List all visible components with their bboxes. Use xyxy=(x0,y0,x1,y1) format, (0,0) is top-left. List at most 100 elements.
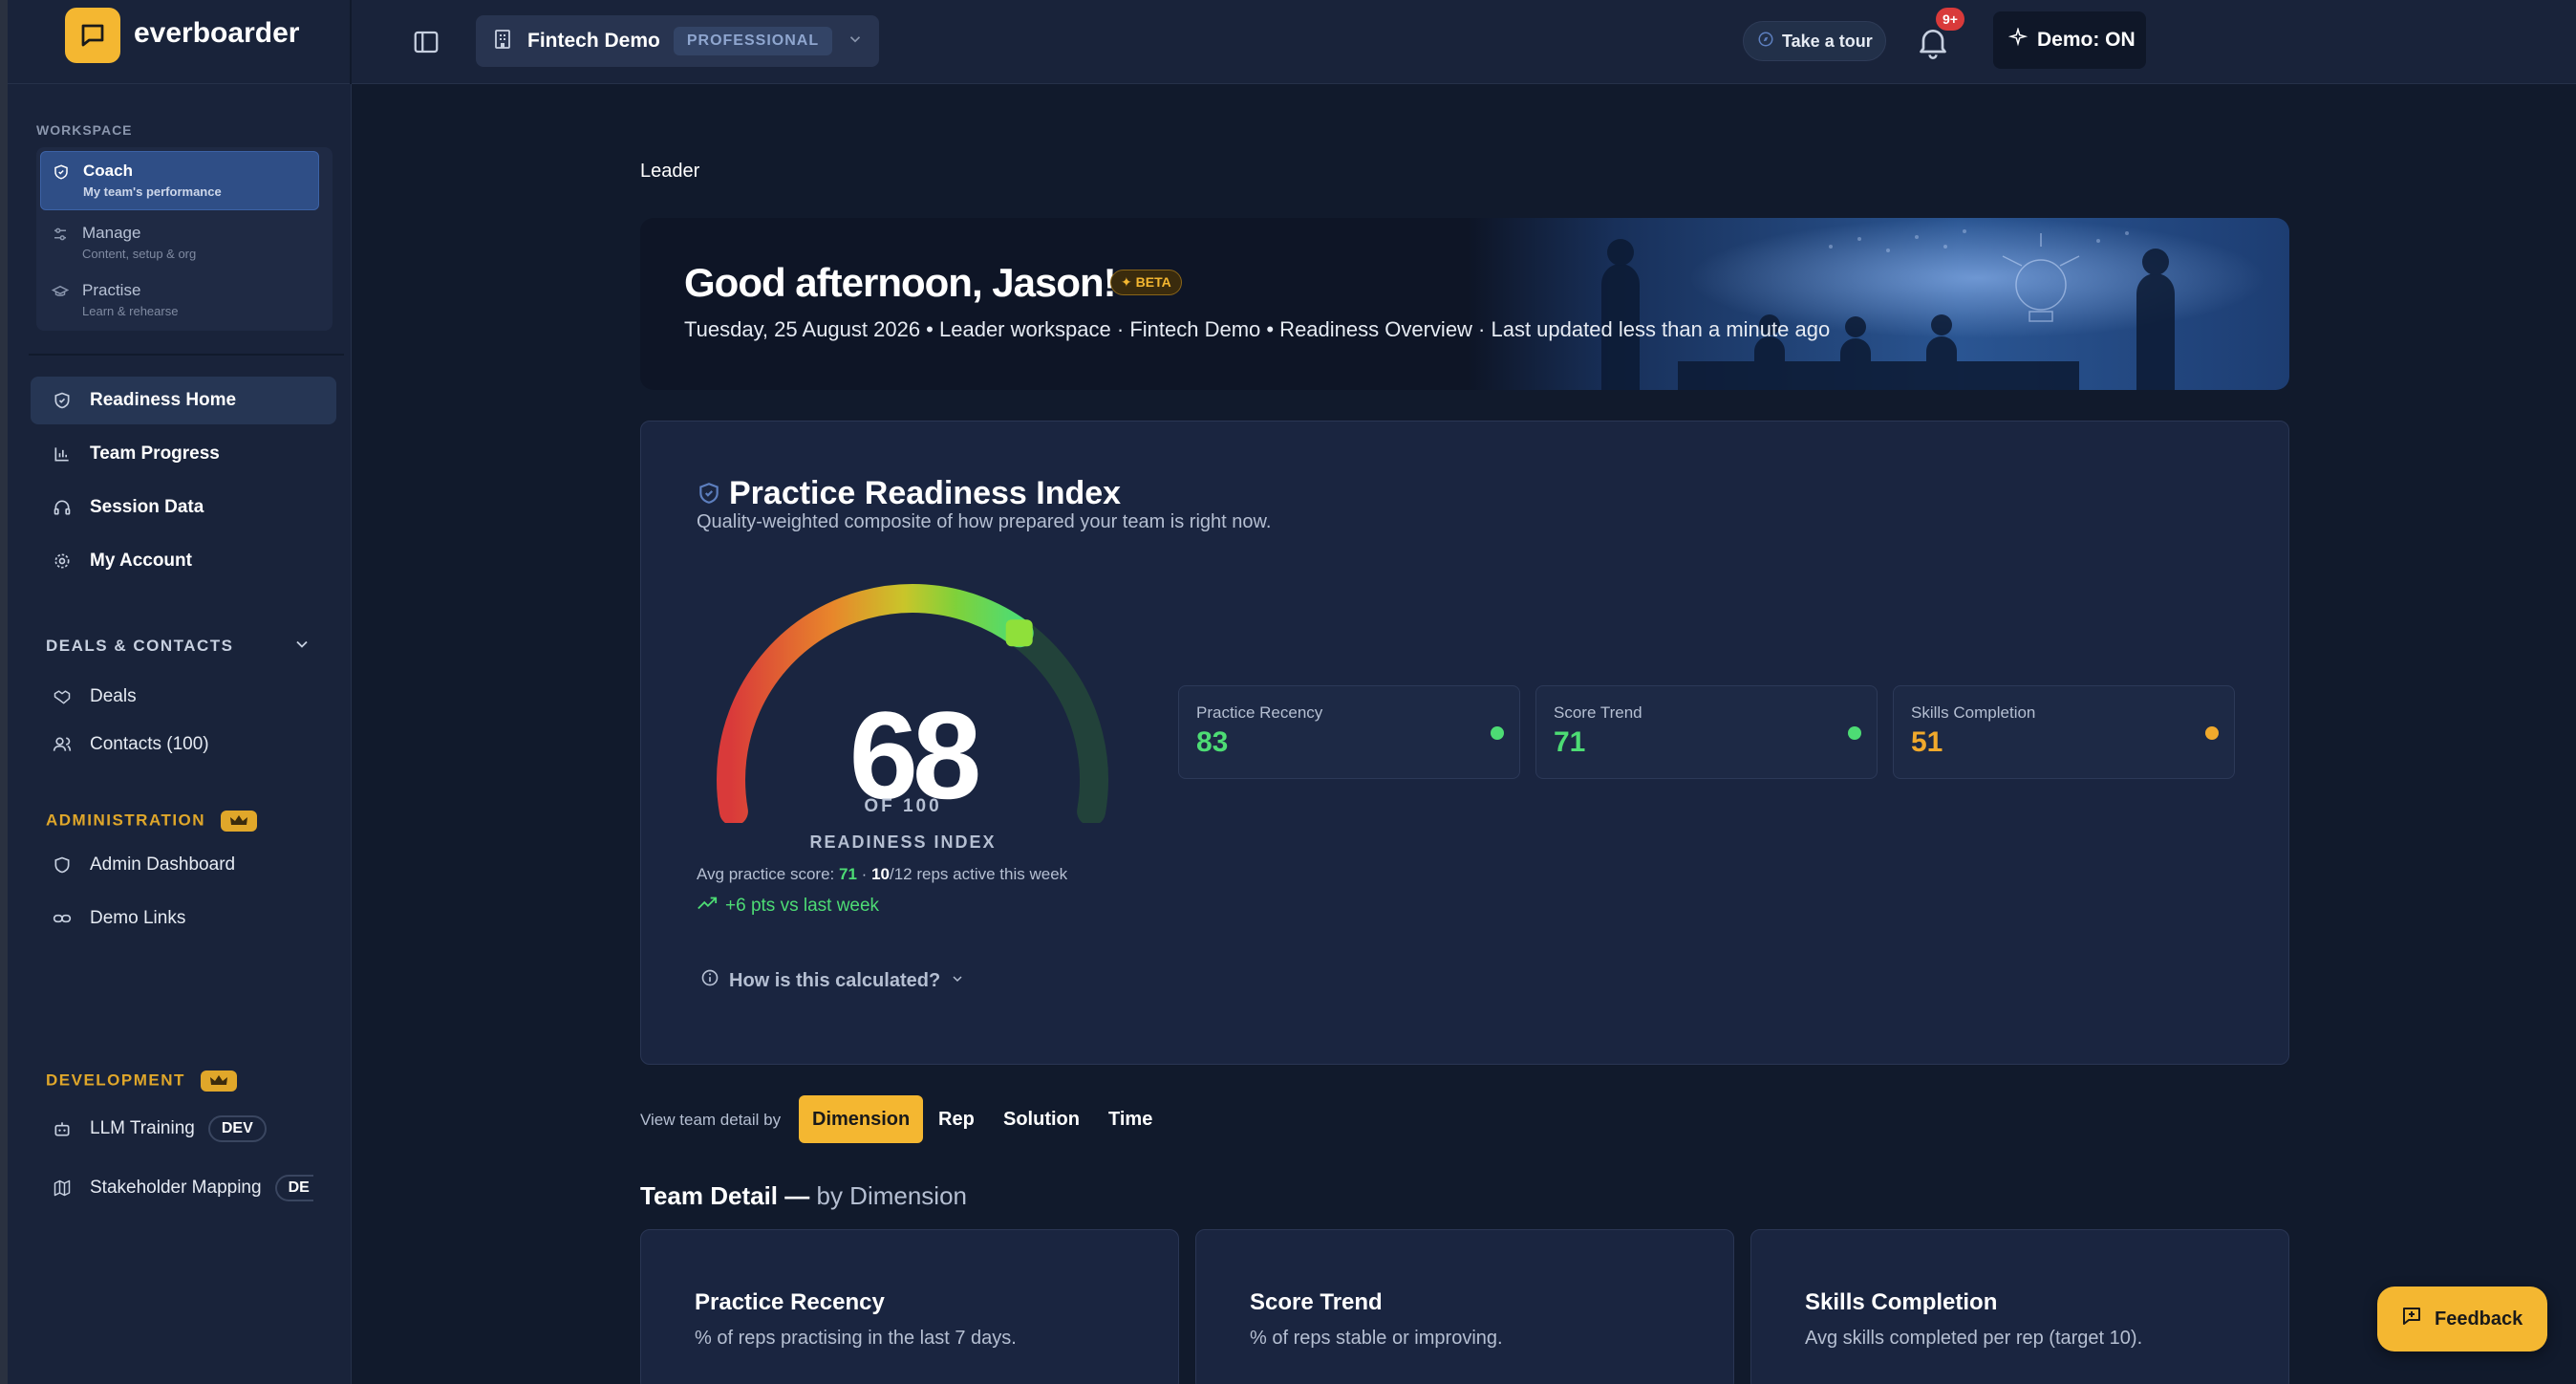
chevron-down-icon xyxy=(847,31,864,53)
sidebar-divider xyxy=(29,354,344,356)
sidebar-toggle-icon[interactable] xyxy=(407,23,445,61)
team-illustration xyxy=(1468,218,2289,390)
greeting-banner: Good afternoon, Jason! ✦ BETA Tuesday, 2… xyxy=(640,218,2289,390)
workspace-subtitle: My team's performance xyxy=(83,184,222,199)
detail-card-desc: Avg skills completed per rep (target 10)… xyxy=(1805,1328,2143,1349)
detail-card-desc: % of reps stable or improving. xyxy=(1250,1328,1503,1349)
status-dot xyxy=(1491,726,1504,740)
workspace-manage[interactable]: Manage Content, setup & org xyxy=(40,214,319,273)
metric-value: 83 xyxy=(1196,726,1229,758)
detail-card-score-trend[interactable]: Score Trend % of reps stable or improvin… xyxy=(1195,1229,1734,1384)
chevron-down-icon xyxy=(950,970,965,992)
team-detail-suffix: by Dimension xyxy=(816,1181,967,1210)
avg-practice-line: Avg practice score: 71 · 10/12 reps acti… xyxy=(697,865,1067,884)
workspace-coach[interactable]: Coach My team's performance xyxy=(40,151,319,210)
logo-icon[interactable] xyxy=(65,8,120,63)
sidebar-item-readiness-home[interactable]: Readiness Home xyxy=(31,377,336,424)
readiness-card: Practice Readiness Index Quality-weighte… xyxy=(640,421,2289,1065)
sidebar-item-my-account[interactable]: My Account xyxy=(31,537,336,585)
headphones-icon xyxy=(52,497,73,518)
detail-card-title: Skills Completion xyxy=(1805,1289,1998,1315)
users-icon xyxy=(52,734,73,755)
metric-label: Practice Recency xyxy=(1196,703,1323,722)
shield-check-icon xyxy=(52,390,73,411)
reps-suffix: reps active this week xyxy=(916,865,1068,883)
sidebar-item-llm-training[interactable]: LLM Training DEV xyxy=(31,1105,336,1153)
greeting-subtitle: Tuesday, 25 August 2026 • Leader workspa… xyxy=(684,317,1831,341)
crown-icon xyxy=(221,811,258,832)
metric-value: 51 xyxy=(1911,726,1943,758)
demo-toggle-button[interactable]: Demo: ON xyxy=(1993,11,2146,69)
sparkle-icon: ✦ xyxy=(1121,274,1132,290)
gauge-knob xyxy=(1005,619,1033,647)
sparkle-icon xyxy=(2007,26,2029,53)
map-icon xyxy=(52,1178,73,1199)
detail-card-desc: % of reps practising in the last 7 days. xyxy=(695,1328,1017,1349)
tab-solution[interactable]: Solution xyxy=(990,1095,1093,1143)
sidebar-item-demo-links[interactable]: Demo Links xyxy=(31,895,336,942)
sidebar: WORKSPACE Coach My team's performance Ma… xyxy=(8,84,352,1384)
detail-card-skills-completion[interactable]: Skills Completion Avg skills completed p… xyxy=(1750,1229,2289,1384)
workspace-label: WORKSPACE xyxy=(36,122,133,138)
shield-check-icon xyxy=(697,481,721,510)
tab-time[interactable]: Time xyxy=(1095,1095,1166,1143)
deals-contacts-header[interactable]: DEALS & CONTACTS xyxy=(46,637,234,656)
workspace-practise[interactable]: Practise Learn & rehearse xyxy=(40,271,319,331)
trend-text: +6 pts vs last week xyxy=(725,896,880,916)
sidebar-item-label: Readiness Home xyxy=(90,390,237,410)
readiness-subtitle: Quality-weighted composite of how prepar… xyxy=(697,511,1272,532)
how-calculated-label: How is this calculated? xyxy=(729,969,941,991)
beta-badge: ✦ BETA xyxy=(1110,270,1182,295)
feedback-button[interactable]: Feedback xyxy=(2377,1287,2547,1352)
metric-value: 71 xyxy=(1554,726,1586,758)
bar-chart-icon xyxy=(52,443,73,465)
message-plus-icon xyxy=(2400,1305,2423,1333)
sidebar-item-team-progress[interactable]: Team Progress xyxy=(31,430,336,478)
tab-dimension[interactable]: Dimension xyxy=(799,1095,924,1143)
sidebar-item-session-data[interactable]: Session Data xyxy=(31,484,336,531)
take-tour-label: Take a tour xyxy=(1782,31,1873,51)
sidebar-item-label: Team Progress xyxy=(90,443,220,464)
view-by-label: View team detail by xyxy=(640,1111,782,1129)
detail-card-practice-recency[interactable]: Practice Recency % of reps practising in… xyxy=(640,1229,1179,1384)
demo-label: Demo: ON xyxy=(2037,29,2136,51)
crown-icon xyxy=(201,1070,238,1092)
team-detail-heading: Team Detail — xyxy=(640,1181,810,1210)
dev-badge: DE xyxy=(274,1175,313,1201)
sidebar-item-contacts[interactable]: Contacts (100) xyxy=(31,721,336,768)
score-max-label: OF 100 xyxy=(864,796,942,816)
brand-divider xyxy=(350,0,352,84)
readiness-title: Practice Readiness Index xyxy=(729,475,1122,511)
org-switcher[interactable]: Fintech Demo PROFESSIONAL xyxy=(476,15,879,67)
gear-icon xyxy=(52,551,73,572)
separator: · xyxy=(861,865,868,883)
trending-up-icon xyxy=(697,896,718,917)
status-dot xyxy=(1848,726,1861,740)
tab-rep[interactable]: Rep xyxy=(925,1095,988,1143)
feedback-label: Feedback xyxy=(2435,1308,2523,1330)
team-detail-title: Team Detail — by Dimension xyxy=(640,1181,967,1211)
shield-icon xyxy=(53,163,70,185)
sidebar-item-admin-dashboard[interactable]: Admin Dashboard xyxy=(31,841,336,889)
top-bar: everboarder Fintech Demo PROFESSIONAL Ta… xyxy=(8,0,2576,84)
breadcrumb: Leader xyxy=(640,161,700,182)
chevron-down-icon[interactable] xyxy=(292,635,311,659)
how-calculated-toggle[interactable]: How is this calculated? xyxy=(700,968,965,993)
workspace-title: Practise xyxy=(82,281,141,299)
notification-badge: 9+ xyxy=(1936,8,1964,31)
take-tour-button[interactable]: Take a tour xyxy=(1743,21,1886,61)
link-icon xyxy=(52,908,73,929)
administration-header: ADMINISTRATION xyxy=(46,811,258,832)
sidebar-item-label: LLM Training xyxy=(90,1118,195,1138)
sidebar-item-label: My Account xyxy=(90,551,192,571)
sidebar-item-label: Deals xyxy=(90,686,137,706)
sidebar-item-deals[interactable]: Deals xyxy=(31,673,336,721)
window-edge xyxy=(0,0,8,1384)
sidebar-item-label: Session Data xyxy=(90,497,204,517)
metric-label: Skills Completion xyxy=(1911,703,2036,722)
sidebar-item-stakeholder-mapping[interactable]: Stakeholder Mapping DE xyxy=(31,1164,346,1212)
metric-label: Score Trend xyxy=(1554,703,1642,722)
robot-icon xyxy=(52,1118,73,1139)
reps-active-value: 10 xyxy=(871,865,890,883)
building-icon xyxy=(493,29,512,54)
